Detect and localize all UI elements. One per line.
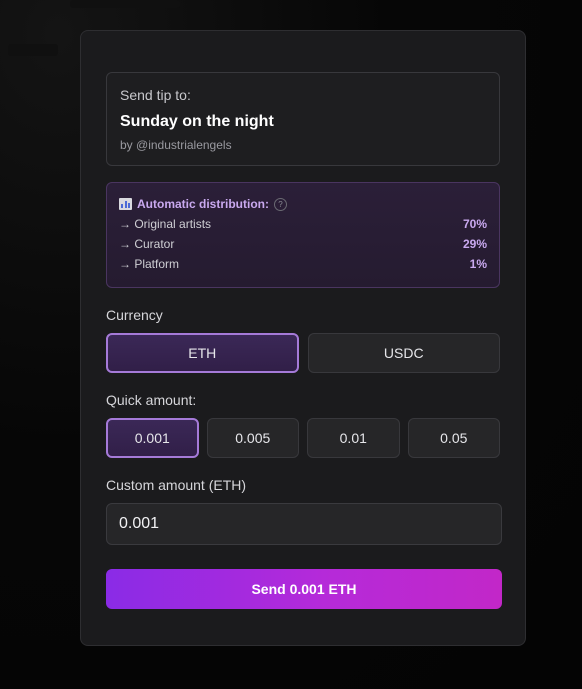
quick-amount-option[interactable]: 0.005 [206, 418, 300, 458]
distribution-row-label: → Platform [119, 257, 180, 271]
quick-amount-label: Quick amount: [106, 392, 197, 408]
blurred-background-content [70, 0, 180, 8]
quick-amount-option[interactable]: 0.001 [106, 418, 199, 458]
recipient-card: Send tip to: Sunday on the night by @ind… [106, 72, 500, 166]
distribution-heading: Automatic distribution: [137, 197, 269, 211]
distribution-row-label: → Original artists [119, 217, 212, 231]
blurred-background-content [8, 44, 58, 56]
distribution-row-percent: 70% [462, 217, 487, 231]
distribution-row-label: → Curator [119, 237, 175, 251]
custom-amount-label: Custom amount (ETH) [106, 477, 247, 493]
distribution-row-artists: → Original artists 70% [119, 217, 487, 232]
distribution-row-percent: 1% [469, 257, 487, 271]
question-mark-icon[interactable]: ? [274, 197, 287, 211]
distribution-panel: Automatic distribution: ? → Original art… [106, 182, 500, 288]
currency-label: Currency [106, 307, 163, 323]
quick-amount-option[interactable]: 0.05 [407, 418, 501, 458]
currency-option-eth[interactable]: ETH [106, 333, 299, 373]
distribution-header: Automatic distribution: ? [119, 196, 487, 212]
track-title: Sunday on the night [120, 113, 274, 130]
quick-amount-option[interactable]: 0.01 [307, 418, 400, 458]
bar-chart-icon [119, 198, 132, 210]
tip-modal: Send tip to: Sunday on the night by @ind… [80, 30, 526, 646]
currency-option-usdc[interactable]: USDC [307, 333, 500, 373]
distribution-row-platform: → Platform 1% [119, 257, 487, 272]
quick-amount-selector: 0.001 0.005 0.01 0.05 [106, 418, 501, 458]
recipient-handle: by @industrialengels [120, 138, 232, 152]
currency-selector: ETH USDC [106, 333, 500, 373]
send-tip-to-label: Send tip to: [120, 87, 191, 103]
custom-amount-input[interactable] [106, 503, 502, 545]
distribution-row-curator: → Curator 29% [119, 237, 487, 252]
send-tip-button[interactable]: Send 0.001 ETH [106, 569, 502, 609]
distribution-row-percent: 29% [462, 237, 487, 251]
